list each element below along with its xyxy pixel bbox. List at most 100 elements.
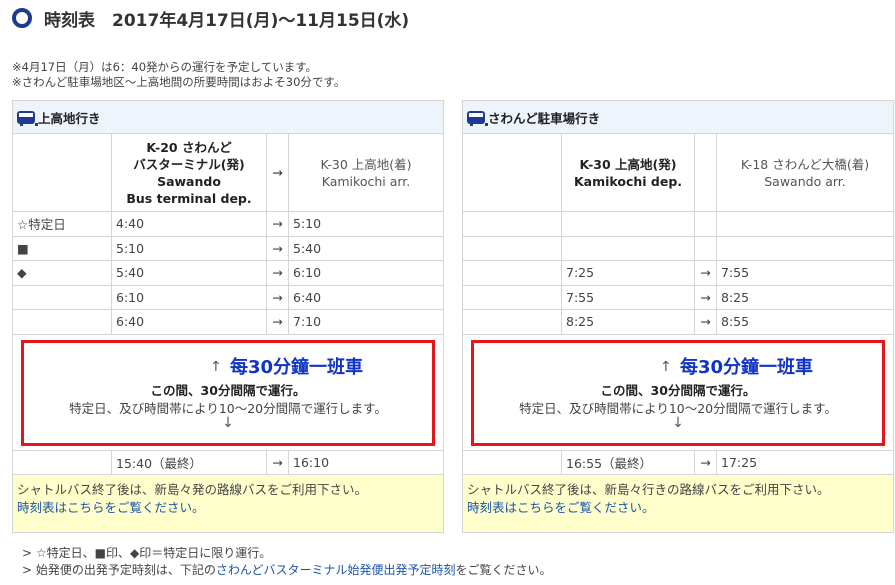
arrow: → <box>266 449 289 475</box>
departure-time: 7:25 <box>561 260 695 286</box>
page-title-row: 時刻表 2017年4月17日(月)〜11月15日(水) <box>12 6 409 31</box>
arrow: → <box>266 309 289 335</box>
arrow-column-header: → <box>266 133 289 212</box>
departure-column-header: K-30 上高地(発) Kamikochi dep. <box>561 133 695 212</box>
first-bus-link[interactable]: さわんどバスターミナル始発便出発予定時刻 <box>216 563 456 577</box>
arrow: → <box>694 309 717 335</box>
row-mark <box>462 260 562 286</box>
departure-time: 5:10 <box>111 235 267 261</box>
note-special-days: > ☆特定日、■印、◆印＝特定日に限り運行。 <box>22 546 272 560</box>
table-row <box>462 235 894 261</box>
arrow: → <box>266 260 289 286</box>
row-mark <box>12 449 112 475</box>
pointer-icon: > <box>22 563 36 577</box>
interval-text: この間、30分間隔で運行。 <box>600 382 756 398</box>
panel-header: さわんど駐車場行き <box>462 100 894 134</box>
arrival-time: 7:10 <box>288 309 444 335</box>
departure-time: 4:40 <box>111 211 267 237</box>
row-mark <box>462 235 562 261</box>
down-arrow-icon: ↓ <box>222 414 234 431</box>
timetable-link[interactable]: 時刻表はこちらをご覧ください。 <box>467 499 889 517</box>
arrival-time: 6:40 <box>288 284 444 310</box>
timetable-link[interactable]: 時刻表はこちらをご覧ください。 <box>17 499 439 517</box>
departure-time: 7:55 <box>561 284 695 310</box>
arrow: → <box>266 211 289 237</box>
note-travel-time: ※さわんど駐車場地区〜上高地間の所要時間はおよそ30分です。 <box>12 75 346 89</box>
table-row: 8:25 → 8:55 <box>462 309 894 335</box>
departure-time: 5:40 <box>111 260 267 286</box>
footer-text: シャトルバス終了後は、新島々行きの路線バスをご利用下さい。 <box>467 482 830 497</box>
arrow: → <box>694 449 717 475</box>
interval-annotation: 每30分鐘一班車 <box>680 356 814 378</box>
departure-time <box>561 211 695 237</box>
mark-column-header <box>12 133 112 212</box>
bus-icon <box>17 110 38 126</box>
row-mark <box>12 309 112 335</box>
table-row-last: 16:55（最終） → 17:25 <box>462 449 894 475</box>
bottom-notes: > ☆特定日、■印、◆印＝特定日に限り運行。 > 始発便の出発予定時刻は、下記の… <box>22 545 552 579</box>
arrival-time: 17:25 <box>716 449 894 475</box>
note-start-date: ※4月17日（月）は6：40発からの運行を予定しています。 <box>12 60 318 74</box>
table-row: ◆ 5:40 → 6:10 <box>12 260 444 286</box>
panel-header: 上高地行き <box>12 100 444 134</box>
note-first-bus: > 始発便の出発予定時刻は、下記のさわんどバスターミナル始発便出発予定時刻をご覧… <box>22 563 552 577</box>
arrival-time: 5:40 <box>288 235 444 261</box>
arrow: → <box>266 235 289 261</box>
interval-annotation: 每30分鐘一班車 <box>230 356 364 378</box>
arrival-time: 6:10 <box>288 260 444 286</box>
footer-note: シャトルバス終了後は、新島々発の路線バスをご利用下さい。 時刻表はこちらをご覧く… <box>12 474 444 533</box>
row-mark <box>462 309 562 335</box>
arrival-column-header: K-30 上高地(着) Kamikochi arr. <box>288 133 444 212</box>
arrival-time: 7:55 <box>716 260 894 286</box>
arrival-time: 8:25 <box>716 284 894 310</box>
table-row: 7:25 → 7:55 <box>462 260 894 286</box>
timetable-to-sawando-parking: さわんど駐車場行き K-30 上高地(発) Kamikochi dep. K-1… <box>462 100 894 542</box>
arrival-column-header: K-18 さわんど大橋(着) Sawando arr. <box>716 133 894 212</box>
table-row: 7:55 → 8:25 <box>462 284 894 310</box>
arrival-time: 5:10 <box>288 211 444 237</box>
circle-icon <box>12 8 32 28</box>
panel-header-label: さわんど駐車場行き <box>488 110 601 126</box>
footer-note: シャトルバス終了後は、新島々行きの路線バスをご利用下さい。 時刻表はこちらをご覧… <box>462 474 894 533</box>
row-mark <box>462 211 562 237</box>
table-row: ☆特定日 4:40 → 5:10 <box>12 211 444 237</box>
departure-time <box>561 235 695 261</box>
arrival-time <box>716 211 894 237</box>
arrow: → <box>266 284 289 310</box>
top-notes: ※4月17日（月）は6：40発からの運行を予定しています。 ※さわんど駐車場地区… <box>12 60 345 90</box>
arrow: → <box>694 260 717 286</box>
departure-column-header: K-20 さわんど バスターミナル(発) Sawando Bus termina… <box>111 133 267 212</box>
highlight-box: ↑ 每30分鐘一班車 この間、30分間隔で運行。 特定日、及び時間帯により10〜… <box>471 339 885 446</box>
timetable-to-kamikochi: 上高地行き K-20 さわんど バスターミナル(発) Sawando Bus t… <box>12 100 444 542</box>
departure-time: 6:40 <box>111 309 267 335</box>
up-arrow-icon: ↑ <box>660 358 672 375</box>
interval-cell: ↑ 每30分鐘一班車 この間、30分間隔で運行。 特定日、及び時間帯により10〜… <box>12 333 444 451</box>
row-mark: ◆ <box>12 260 112 286</box>
up-arrow-icon: ↑ <box>210 358 222 375</box>
down-arrow-icon: ↓ <box>672 414 684 431</box>
arrival-time: 16:10 <box>288 449 444 475</box>
table-row <box>462 211 894 237</box>
arrival-time <box>716 235 894 261</box>
pointer-icon: > <box>22 546 36 560</box>
arrow: → <box>694 284 717 310</box>
arrow <box>694 211 717 237</box>
bus-icon <box>467 110 488 126</box>
row-mark <box>462 449 562 475</box>
departure-time: 8:25 <box>561 309 695 335</box>
row-mark: ☆特定日 <box>12 211 112 237</box>
row-mark: ■ <box>12 235 112 261</box>
arrow-column-header <box>694 133 717 212</box>
interval-cell: ↑ 每30分鐘一班車 この間、30分間隔で運行。 特定日、及び時間帯により10〜… <box>462 333 894 451</box>
row-mark <box>462 284 562 310</box>
table-row: 6:40 → 7:10 <box>12 309 444 335</box>
table-row-last: 15:40（最終） → 16:10 <box>12 449 444 475</box>
row-mark <box>12 284 112 310</box>
departure-time: 15:40（最終） <box>111 449 267 475</box>
arrival-time: 8:55 <box>716 309 894 335</box>
departure-time: 16:55（最終） <box>561 449 695 475</box>
departure-time: 6:10 <box>111 284 267 310</box>
panel-header-label: 上高地行き <box>38 110 101 126</box>
footer-text: シャトルバス終了後は、新島々発の路線バスをご利用下さい。 <box>17 482 368 497</box>
table-row: 6:10 → 6:40 <box>12 284 444 310</box>
